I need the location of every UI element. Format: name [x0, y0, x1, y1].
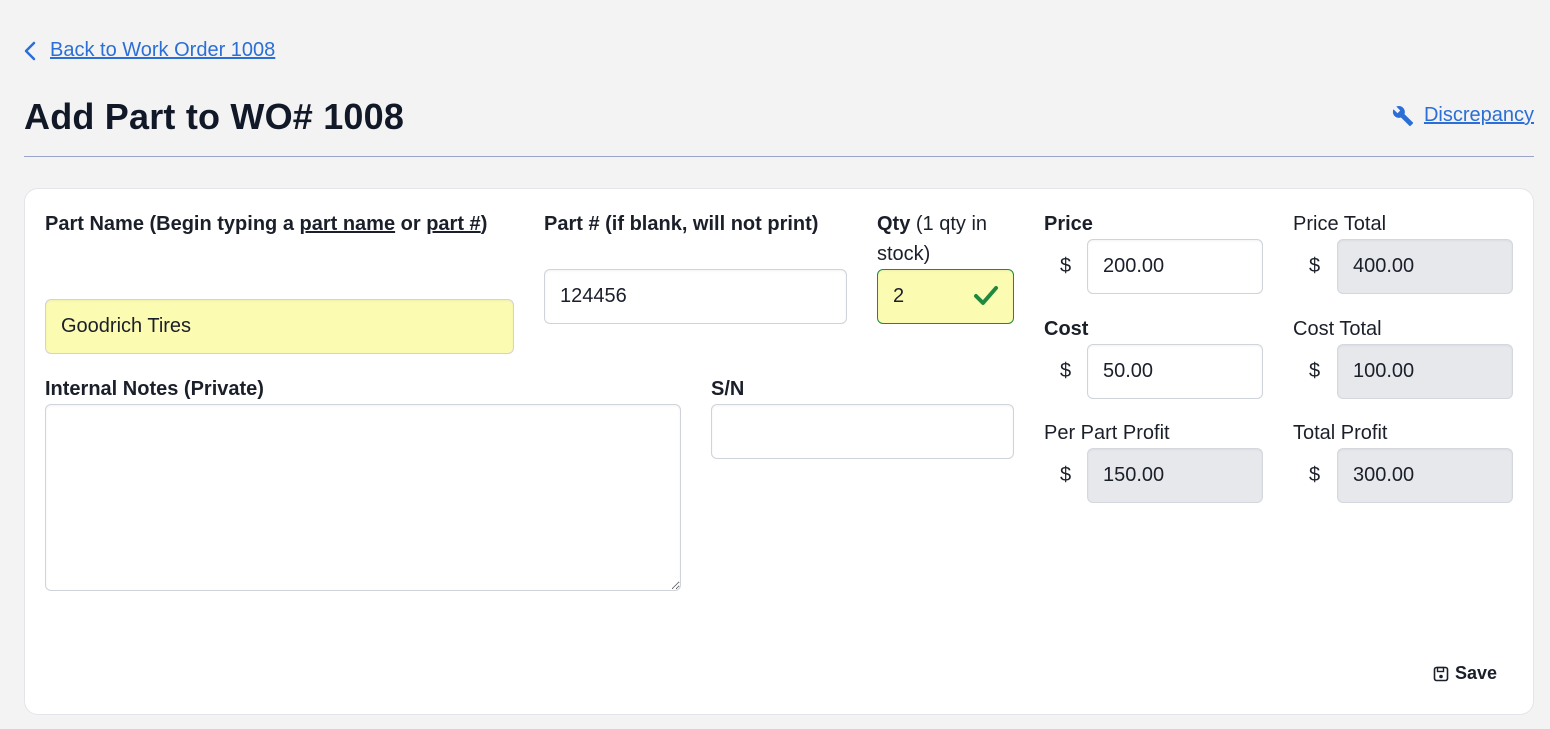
part-name-link[interactable]: part name — [300, 213, 396, 235]
save-icon — [1433, 666, 1449, 681]
part-number-label: Part # (if blank, will not print) — [544, 213, 819, 235]
total-profit-currency: $ — [1309, 464, 1321, 486]
price-label: Price — [1044, 213, 1093, 235]
cost-label: Cost — [1044, 318, 1089, 340]
page-title: Add Part to WO# 1008 — [24, 96, 405, 137]
chevron-left-icon — [24, 41, 36, 60]
back-to-work-order-link[interactable]: Back to Work Order 1008 — [24, 39, 275, 62]
serial-number-input[interactable] — [711, 404, 1014, 459]
qty-label: Qty (1 qty in stock) — [877, 213, 988, 265]
wrench-icon — [1392, 105, 1414, 126]
part-number-input[interactable] — [544, 269, 847, 324]
total-profit-label: Total Profit — [1293, 422, 1388, 444]
part-number-link[interactable]: part # — [426, 213, 480, 235]
cost-total-field — [1337, 344, 1513, 399]
cost-input[interactable] — [1087, 344, 1263, 399]
add-part-form-card: Part Name (Begin typing a part name or p… — [24, 188, 1534, 715]
cost-total-currency: $ — [1309, 360, 1321, 382]
part-name-label: Part Name (Begin typing a part name or p… — [45, 213, 488, 235]
check-icon — [974, 286, 998, 305]
serial-number-label: S/N — [711, 378, 745, 400]
discrepancy-link[interactable]: Discrepancy — [1392, 104, 1534, 127]
cost-total-label: Cost Total — [1293, 318, 1382, 340]
price-input[interactable] — [1087, 239, 1263, 294]
discrepancy-link-label: Discrepancy — [1423, 104, 1534, 126]
price-total-field — [1337, 239, 1513, 294]
header-divider — [24, 156, 1534, 157]
part-name-input[interactable] — [45, 299, 514, 354]
back-link-label: Back to Work Order 1008 — [50, 39, 276, 61]
price-currency: $ — [1060, 255, 1072, 277]
per-part-profit-label: Per Part Profit — [1044, 422, 1170, 444]
cost-currency: $ — [1060, 360, 1072, 382]
internal-notes-textarea[interactable] — [45, 404, 681, 591]
internal-notes-label: Internal Notes (Private) — [45, 378, 264, 400]
per-part-profit-currency: $ — [1060, 464, 1072, 486]
total-profit-field — [1337, 448, 1513, 503]
save-button-label: Save — [1454, 663, 1497, 683]
price-total-label: Price Total — [1293, 213, 1387, 235]
price-total-currency: $ — [1309, 255, 1321, 277]
per-part-profit-field — [1087, 448, 1263, 503]
save-button[interactable]: Save — [1433, 663, 1497, 684]
